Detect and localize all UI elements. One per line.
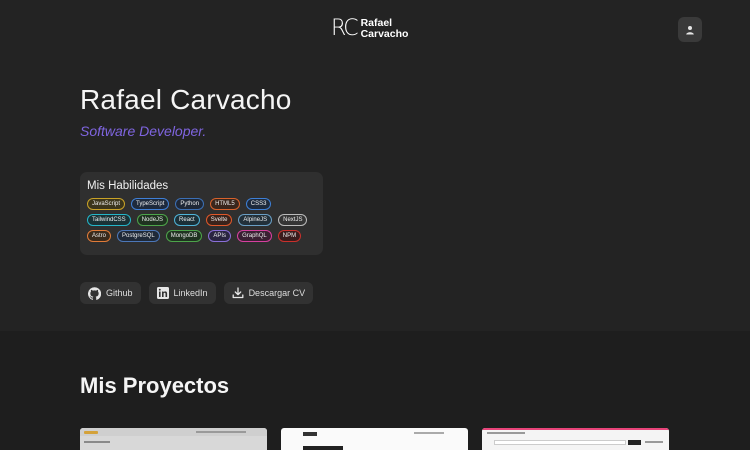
project-preview-topbar: [482, 428, 669, 430]
skill-tag: PostgreSQL: [117, 230, 160, 242]
project-preview-logo: [303, 432, 317, 436]
logo-mark: RC: [331, 16, 359, 41]
github-label: Github: [106, 288, 133, 298]
site-logo[interactable]: RC Rafael Carvacho: [331, 18, 408, 40]
download-cv-button[interactable]: Descargar CV: [223, 282, 314, 304]
project-preview-heading: [303, 446, 343, 450]
project-preview-line: [196, 431, 246, 433]
skill-tag: NPM: [277, 230, 302, 242]
download-icon: [232, 287, 244, 299]
skills-card: Mis Habilidades JavaScript TypeScript Pyth…: [80, 172, 323, 255]
project-preview-line: [414, 432, 444, 434]
skill-tag: HTML5: [210, 198, 240, 210]
skill-tag: TypeScript: [131, 198, 170, 210]
skills-tag-list: JavaScript TypeScript Python HTML5 CSS3 Tailw…: [87, 198, 316, 242]
skill-tag: GraphQL: [237, 230, 272, 242]
projects-title: Mis Proyectos: [80, 373, 230, 398]
skill-tag: Astro: [87, 230, 112, 242]
user-button[interactable]: [678, 17, 702, 42]
skill-tag: MongoDB: [165, 230, 203, 242]
skill-tag: Svelte: [205, 214, 233, 226]
linkedin-icon: [156, 287, 169, 299]
github-button[interactable]: Github: [80, 282, 141, 304]
project-preview-line: [645, 441, 663, 443]
hero-section: RC Rafael Carvacho Rafael Carvacho Softw…: [0, 0, 750, 331]
linkedin-label: LinkedIn: [173, 288, 208, 298]
linkedin-button[interactable]: LinkedIn: [148, 282, 216, 304]
project-preview-line: [84, 441, 110, 443]
skill-tag: APIs: [208, 230, 232, 242]
page-title: Rafael Carvacho: [80, 84, 292, 115]
logo-text: Rafael Carvacho: [361, 18, 409, 40]
skill-tag: Python: [175, 198, 205, 210]
skill-tag: React: [174, 214, 200, 226]
github-icon: [88, 286, 101, 300]
project-card[interactable]: [482, 428, 669, 450]
user-icon: [686, 25, 694, 34]
skill-tag: CSS3: [245, 198, 272, 210]
skill-tag: TailwindCSS: [87, 214, 131, 226]
project-card[interactable]: [80, 428, 267, 450]
skill-tag: NodeJS: [136, 214, 169, 226]
project-preview-logo: [84, 431, 98, 434]
project-preview-search: [494, 440, 626, 445]
project-preview-line: [487, 432, 525, 434]
skill-tag: AlpineJS: [238, 214, 273, 226]
project-card[interactable]: [281, 428, 468, 450]
logo-line-2: Carvacho: [360, 28, 409, 40]
skills-title: Mis Habilidades: [87, 180, 169, 192]
job-title: Software Developer.: [80, 123, 207, 139]
download-cv-label: Descargar CV: [248, 288, 306, 298]
project-preview-button: [628, 440, 641, 445]
social-links: Github LinkedIn Descargar CV: [80, 282, 314, 304]
skill-tag: JavaScript: [87, 198, 126, 210]
skill-tag: NextJS: [278, 214, 308, 226]
